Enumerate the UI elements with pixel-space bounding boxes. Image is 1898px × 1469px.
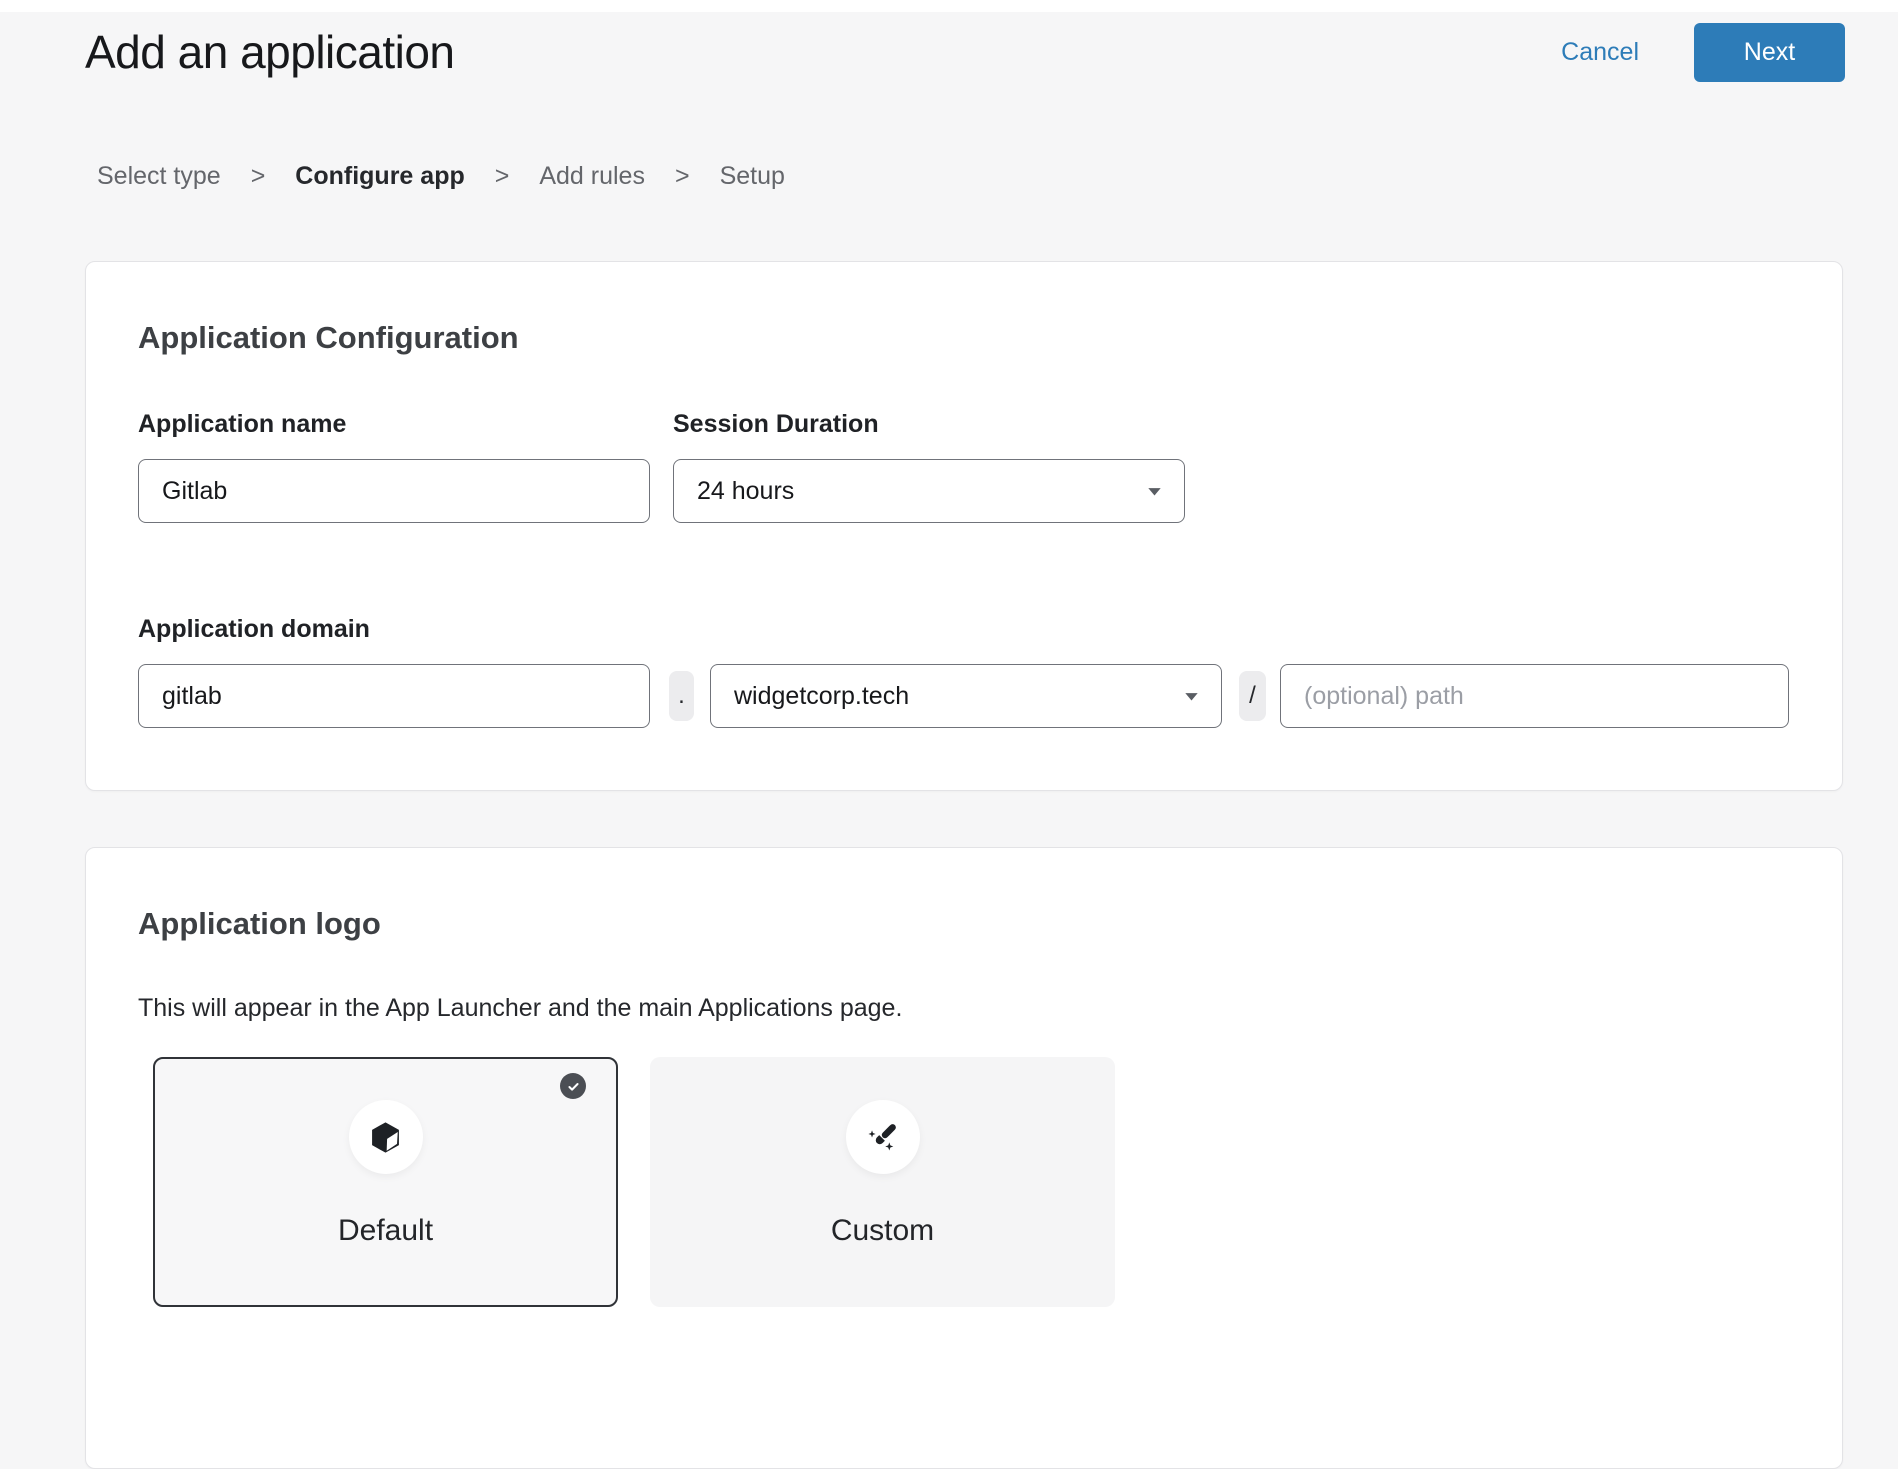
- application-configuration-card: Application Configuration Application na…: [85, 261, 1843, 791]
- logo-option-label: Default: [338, 1214, 433, 1248]
- session-duration-select[interactable]: 24 hours: [673, 459, 1185, 523]
- breadcrumb-item-add-rules[interactable]: Add rules: [539, 162, 645, 191]
- cube-icon: [368, 1120, 403, 1155]
- breadcrumb-item-select-type[interactable]: Select type: [97, 162, 221, 191]
- paintbrush-icon: [864, 1119, 901, 1156]
- logo-option-label: Custom: [831, 1214, 934, 1248]
- next-button[interactable]: Next: [1694, 23, 1845, 82]
- breadcrumb-separator: >: [251, 162, 266, 191]
- custom-logo-circle: [846, 1100, 920, 1174]
- name-session-row: Application name Session Duration 24 hou…: [138, 410, 1790, 523]
- breadcrumb-separator: >: [495, 162, 510, 191]
- application-name-field: Application name: [138, 410, 650, 523]
- application-name-label: Application name: [138, 410, 650, 439]
- default-logo-circle: [349, 1100, 423, 1174]
- page-title: Add an application: [85, 25, 455, 79]
- check-icon: [566, 1079, 581, 1094]
- slash-separator: /: [1239, 671, 1266, 721]
- page-header: Add an application Cancel Next: [0, 12, 1898, 86]
- logo-option-custom[interactable]: Custom: [650, 1057, 1115, 1307]
- application-logo-description: This will appear in the App Launcher and…: [138, 994, 1790, 1023]
- path-input[interactable]: [1280, 664, 1789, 728]
- cancel-button[interactable]: Cancel: [1555, 37, 1645, 68]
- application-logo-title: Application logo: [138, 906, 1790, 942]
- domain-value: widgetcorp.tech: [734, 682, 909, 711]
- breadcrumb: Select type > Configure app > Add rules …: [0, 162, 1898, 191]
- logo-option-default[interactable]: Default: [153, 1057, 618, 1307]
- application-domain-label: Application domain: [138, 615, 1790, 644]
- breadcrumb-separator: >: [675, 162, 690, 191]
- session-duration-label: Session Duration: [673, 410, 1185, 439]
- chevron-down-icon: [1145, 482, 1164, 501]
- domain-select[interactable]: widgetcorp.tech: [710, 664, 1222, 728]
- application-name-input[interactable]: [138, 459, 650, 523]
- selected-check-badge: [560, 1073, 586, 1099]
- application-domain-row: . widgetcorp.tech /: [138, 664, 1790, 728]
- application-domain-field: Application domain . widgetcorp.tech /: [138, 615, 1790, 728]
- chevron-down-icon: [1182, 687, 1201, 706]
- application-logo-card: Application logo This will appear in the…: [85, 847, 1843, 1469]
- logo-options: Default Custom: [153, 1057, 1790, 1307]
- dot-separator: .: [669, 671, 694, 721]
- subdomain-input[interactable]: [138, 664, 650, 728]
- application-configuration-title: Application Configuration: [138, 320, 1790, 356]
- top-strip: [0, 0, 1898, 12]
- session-duration-value: 24 hours: [697, 477, 794, 506]
- breadcrumb-item-configure-app[interactable]: Configure app: [295, 162, 464, 191]
- breadcrumb-item-setup[interactable]: Setup: [720, 162, 785, 191]
- header-actions: Cancel Next: [1555, 23, 1845, 82]
- session-duration-field: Session Duration 24 hours: [673, 410, 1185, 523]
